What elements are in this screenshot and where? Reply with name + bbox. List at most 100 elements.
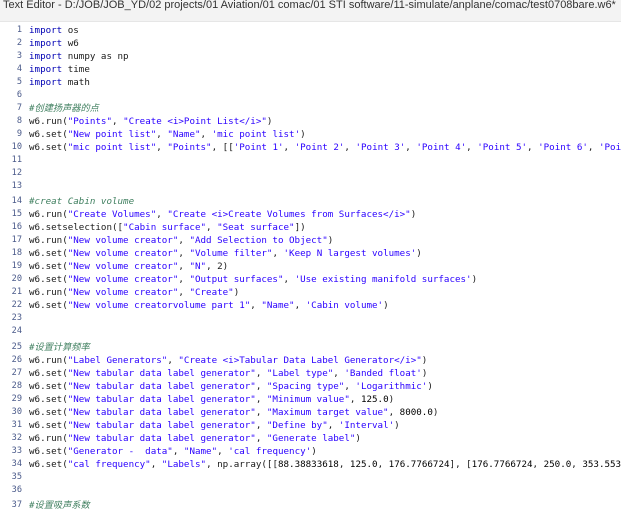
code-token: w6.set( [29, 300, 68, 311]
code-token: w6.run( [29, 209, 68, 220]
code-text: w6.set("New tabular data label generator… [29, 406, 438, 419]
code-token: 'Point 4' [416, 142, 467, 153]
code-line[interactable]: 33 w6.set("Generator - data", "Name", 'ca… [0, 445, 621, 458]
code-token: import [29, 77, 63, 88]
code-token: 'Point 3' [355, 142, 406, 153]
code-line[interactable]: 25 #设置计算频率 [0, 341, 621, 354]
code-token: , [571, 459, 583, 470]
code-token: 'Point 7' [598, 142, 621, 153]
line-number: 37 [11, 500, 22, 510]
code-token: , 2) [206, 261, 229, 272]
code-token: 'mic point list' [211, 129, 301, 140]
code-token: "Maximum target value" [266, 407, 389, 418]
code-token: ) [421, 368, 428, 379]
code-line[interactable]: 23 [0, 312, 621, 325]
code-line[interactable]: 31 w6.set("New tabular data label generat… [0, 419, 621, 432]
line-number: 1 [16, 25, 22, 35]
code-line[interactable]: 21 w6.run("New volume creator", "Create") [0, 286, 621, 299]
code-token: ) [327, 235, 334, 246]
code-token: , [255, 407, 267, 418]
code-line[interactable]: 4 import time [0, 63, 621, 76]
code-text: import math [29, 76, 90, 89]
code-line[interactable]: 5 import math [0, 76, 621, 89]
code-line[interactable]: 8 w6.run("Points", "Create <i>Point List<… [0, 115, 621, 128]
line-number: 36 [11, 485, 22, 495]
code-token: "New volume creator" [67, 287, 179, 298]
code-token: time [62, 64, 90, 75]
code-text: w6.setselection(["Cabin surface", "Seat … [29, 221, 306, 234]
code-line[interactable]: 37 #设置吸声系数 [0, 499, 621, 512]
code-line[interactable]: 16 w6.setselection(["Cabin surface", "Sea… [0, 221, 621, 234]
code-line[interactable]: 22 w6.set("New volume creatorvolume part … [0, 299, 621, 312]
code-token: 'Point 5' [477, 142, 528, 153]
code-token: import [29, 64, 63, 75]
code-line[interactable]: 1 import os [0, 24, 621, 37]
code-line[interactable]: 3 import numpy as np [0, 50, 621, 63]
code-token: w6.set( [29, 248, 68, 259]
code-line[interactable]: 18 w6.set("New volume creator", "Volume f… [0, 247, 621, 260]
code-token: , [283, 274, 295, 285]
code-token: 'Point 2' [294, 142, 345, 153]
code-token: , [272, 248, 284, 259]
code-token: "Label type" [266, 368, 334, 379]
code-token: ) [300, 129, 306, 140]
code-line[interactable]: 28 w6.set("New tabular data label generat… [0, 380, 621, 393]
code-line[interactable]: 15 w6.run("Create Volumes", "Create <i>Cr… [0, 208, 621, 221]
code-line[interactable]: 11 [0, 154, 621, 167]
code-line[interactable]: 10 w6.set("mic point list", "Points", [['… [0, 141, 621, 154]
code-token: ) [421, 355, 428, 366]
code-line[interactable]: 19 w6.set("New volume creator", "N", 2) [0, 260, 621, 273]
code-token: , [178, 248, 190, 259]
line-number: 21 [11, 287, 22, 297]
code-line[interactable]: 13 [0, 180, 621, 193]
code-token: w6.set( [29, 381, 68, 392]
code-line[interactable]: 27 w6.set("New tabular data label generat… [0, 367, 621, 380]
code-text: w6.set("mic point list", "Points", [['Po… [29, 141, 621, 154]
code-token: , [333, 368, 345, 379]
line-number: 28 [11, 381, 22, 391]
code-token: 'Point 1' [233, 142, 284, 153]
code-text: w6.set("New volume creatorvolume part 1"… [29, 299, 389, 312]
code-token: ]) [294, 222, 306, 233]
code-line[interactable]: 9 w6.set("New point list", "Name", 'mic p… [0, 128, 621, 141]
code-token: 'Banded float' [344, 368, 422, 379]
code-token: "New tabular data label generator" [67, 394, 256, 405]
code-line[interactable]: 6 [0, 89, 621, 102]
code-line[interactable]: 35 [0, 471, 621, 484]
code-line[interactable]: 26 w6.run("Label Generators", "Create <i>… [0, 354, 621, 367]
code-line[interactable]: 2 import w6 [0, 37, 621, 50]
line-number: 4 [16, 64, 22, 74]
line-number: 32 [11, 433, 22, 443]
code-token: , [255, 433, 267, 444]
line-number: 18 [11, 248, 22, 258]
code-text: w6.run("Points", "Create <i>Point List</… [29, 115, 272, 128]
code-line[interactable]: 32 w6.run("New tabular data label generat… [0, 432, 621, 445]
code-token: w6.setselection([ [29, 222, 124, 233]
code-token: , [294, 300, 306, 311]
code-token: "Create <i>Point List</i>" [123, 116, 267, 127]
code-line[interactable]: 14 #creat Cabin volume [0, 195, 621, 208]
code-line[interactable]: 34 w6.set("cal frequency", "Labels", np.a… [0, 458, 621, 471]
code-text: w6.run("Label Generators", "Create <i>Ta… [29, 354, 427, 367]
code-line[interactable]: 17 w6.run("New volume creator", "Add Sele… [0, 234, 621, 247]
line-number: 11 [11, 155, 22, 165]
code-line[interactable]: 24 [0, 325, 621, 338]
line-number: 20 [11, 274, 22, 284]
line-number: 29 [11, 394, 22, 404]
code-token: "New volume creator" [67, 248, 179, 259]
code-line[interactable]: 7 #创建扬声器的点 [0, 102, 621, 115]
code-line[interactable]: 29 w6.set("New tabular data label generat… [0, 393, 621, 406]
code-token: ) [355, 433, 361, 444]
code-token: "New tabular data label generator" [67, 407, 256, 418]
code-line[interactable]: 12 [0, 167, 621, 180]
code-token: 125.0 [349, 459, 378, 470]
code-line[interactable]: 36 [0, 484, 621, 497]
line-number: 2 [16, 38, 22, 48]
code-token: w6.run( [29, 433, 68, 444]
code-line[interactable]: 20 w6.set("New volume creator", "Output s… [0, 273, 621, 286]
code-editor[interactable]: 1 import os 2 import w6 3 import numpy as np 4… [0, 24, 621, 512]
line-number: 25 [11, 342, 22, 352]
code-text: w6.set("New point list", "Name", 'mic po… [29, 128, 306, 141]
code-line[interactable]: 30 w6.set("New tabular data label generat… [0, 406, 621, 419]
code-token: , [172, 446, 184, 457]
